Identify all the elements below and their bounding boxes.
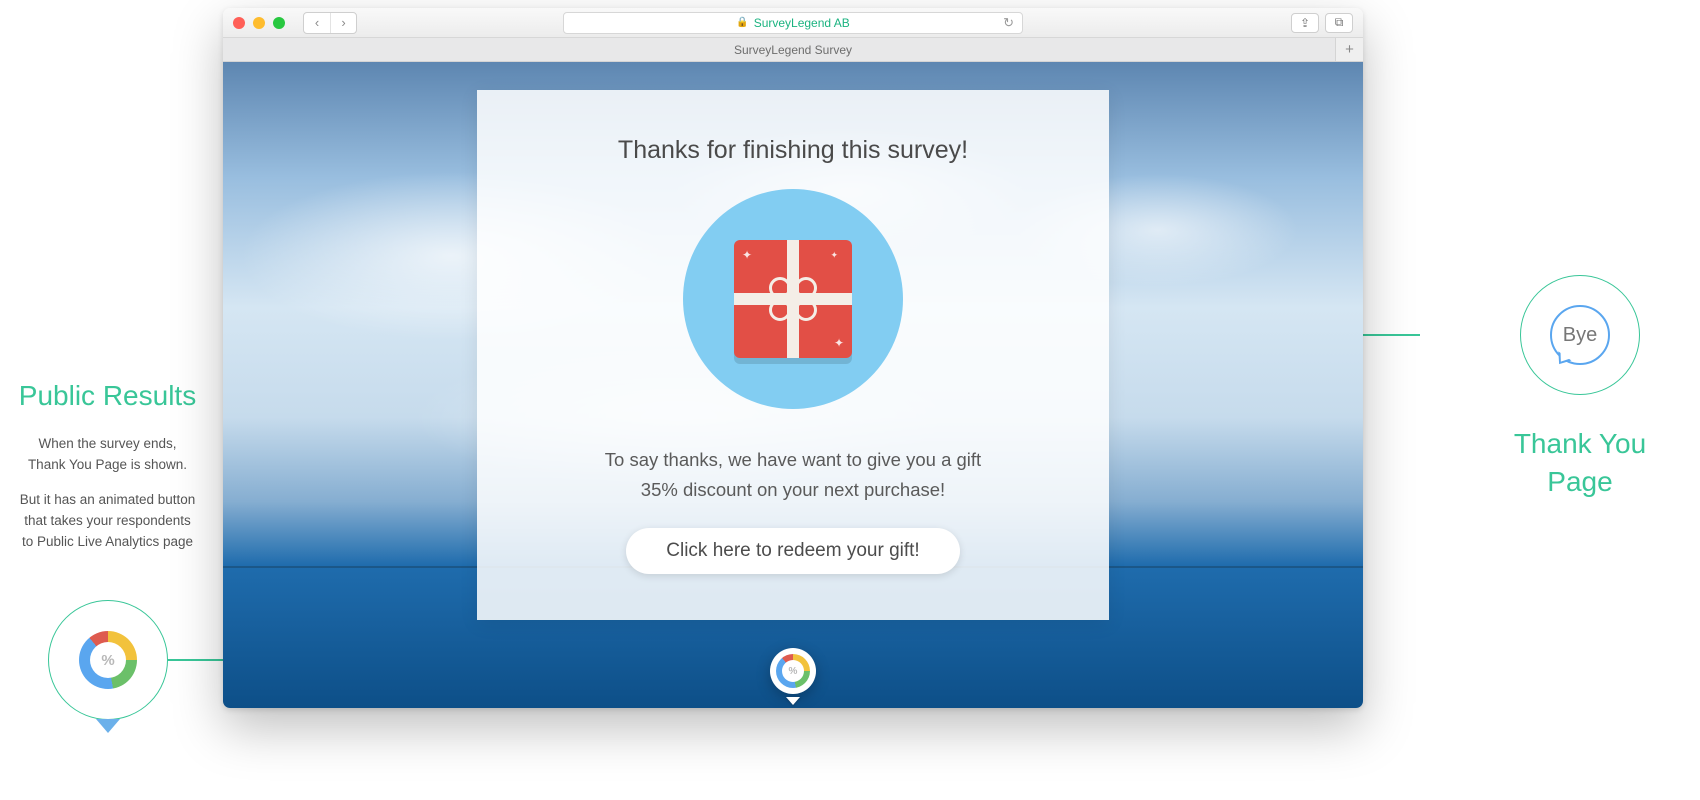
left-annotation: Public Results When the survey ends, Tha… (0, 380, 215, 567)
donut-chart-icon: % (79, 631, 137, 689)
left-annotation-p1: When the survey ends, Thank You Page is … (0, 434, 215, 476)
thank-you-page-title: Thank You Page (1490, 425, 1670, 501)
thank-you-card: Thanks for finishing this survey! ✦ ✦ ✦ … (477, 90, 1109, 620)
gift-box-icon: ✦ ✦ ✦ (734, 240, 852, 358)
thank-you-badge: Bye (1520, 275, 1640, 395)
forward-button[interactable]: › (330, 13, 356, 33)
card-body: To say thanks, we have want to give you … (517, 445, 1069, 504)
address-bar[interactable]: 🔒 SurveyLegend AB ↻ (563, 12, 1023, 34)
lock-icon: 🔒 (736, 17, 748, 28)
nav-buttons: ‹ › (303, 12, 357, 34)
show-tabs-button[interactable]: ⧉ (1325, 13, 1353, 33)
browser-titlebar: ‹ › 🔒 SurveyLegend AB ↻ ⇪ ⧉ (223, 8, 1363, 38)
chevron-down-icon (96, 719, 120, 733)
donut-chart-icon: % (776, 654, 810, 688)
close-window-button[interactable] (233, 17, 245, 29)
card-heading: Thanks for finishing this survey! (517, 136, 1069, 165)
tab-title[interactable]: SurveyLegend Survey (734, 43, 852, 57)
share-button[interactable]: ⇪ (1291, 13, 1319, 33)
gift-illustration: ✦ ✦ ✦ (683, 189, 903, 409)
left-annotation-p2: But it has an animated button that takes… (0, 490, 215, 553)
browser-viewport: Thanks for finishing this survey! ✦ ✦ ✦ … (223, 62, 1363, 708)
reload-button[interactable]: ↻ (1003, 15, 1014, 31)
toolbar-right: ⇪ ⧉ (1291, 13, 1353, 33)
traffic-lights (233, 17, 285, 29)
back-button[interactable]: ‹ (304, 13, 330, 33)
maximize-window-button[interactable] (273, 17, 285, 29)
public-results-button[interactable]: % (770, 648, 816, 694)
public-results-badge: % (48, 600, 168, 720)
minimize-window-button[interactable] (253, 17, 265, 29)
new-tab-button[interactable]: + (1335, 38, 1363, 61)
right-annotation: Thank You Page (1490, 425, 1670, 501)
address-text: SurveyLegend AB (754, 16, 850, 30)
tab-bar: SurveyLegend Survey + (223, 38, 1363, 62)
redeem-gift-button[interactable]: Click here to redeem your gift! (626, 528, 959, 574)
public-results-title: Public Results (0, 380, 215, 412)
speech-bubble-icon: Bye (1550, 305, 1610, 365)
browser-window: ‹ › 🔒 SurveyLegend AB ↻ ⇪ ⧉ SurveyLegend… (223, 8, 1363, 708)
chevron-down-icon (786, 697, 800, 705)
